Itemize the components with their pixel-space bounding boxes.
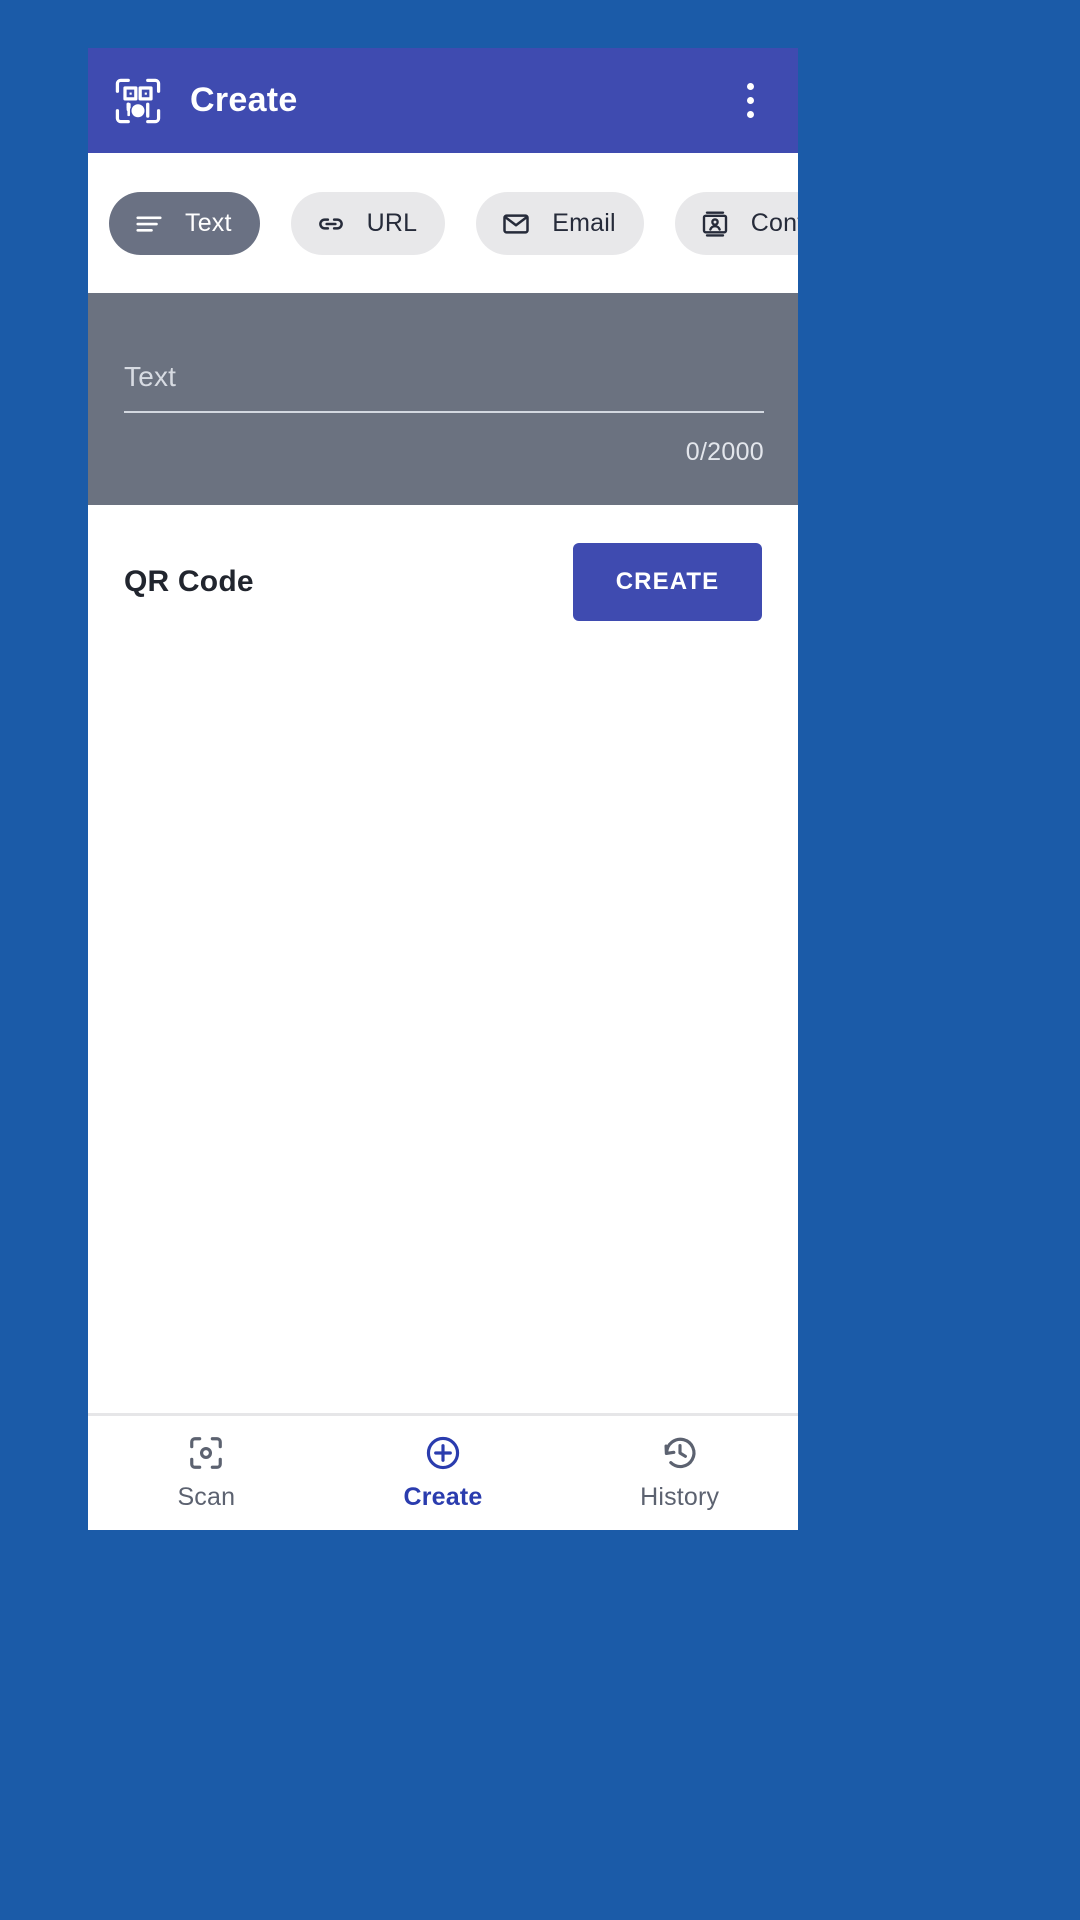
- plus-circle-icon: [426, 1436, 460, 1470]
- type-chips-container: Text URL Email Con: [88, 153, 798, 293]
- scan-frame-icon: [190, 1437, 223, 1469]
- text-input-field[interactable]: Text: [124, 361, 764, 413]
- link-icon: [318, 217, 343, 230]
- phone-screen: Create Text URL Email Con Text 0/2000 QR…: [88, 48, 798, 1530]
- qr-code-label: QR Code: [124, 565, 254, 598]
- chip-text[interactable]: Text: [109, 192, 260, 255]
- chip-contact[interactable]: Contact: [674, 192, 798, 255]
- create-button[interactable]: CREATE: [573, 543, 762, 621]
- nav-label: Create: [403, 1483, 483, 1511]
- nav-label: Scan: [177, 1483, 236, 1511]
- chip-label: Text: [185, 209, 232, 237]
- type-chips-row[interactable]: Text URL Email Con: [88, 158, 798, 293]
- dot: [746, 83, 754, 90]
- envelope-icon: [503, 213, 530, 234]
- qr-result-header: QR Code CREATE: [124, 505, 762, 621]
- dot: [746, 97, 754, 104]
- more-vert-icon[interactable]: [728, 75, 772, 127]
- qr-result-area: QR Code CREATE: [88, 505, 798, 1413]
- dot: [746, 111, 754, 118]
- nav-item-create[interactable]: Create: [325, 1434, 562, 1512]
- app-bar: Create: [88, 48, 798, 153]
- chip-url[interactable]: URL: [290, 192, 446, 255]
- character-counter: 0/2000: [685, 438, 764, 466]
- chip-label: Contact: [750, 209, 798, 237]
- qr-food-scan-icon: [115, 78, 161, 123]
- nav-item-scan[interactable]: Scan: [88, 1434, 325, 1512]
- contact-card-icon: [702, 210, 727, 237]
- page-title: Create: [190, 81, 298, 119]
- history-clock-icon: [664, 1437, 696, 1469]
- text-input-placeholder: Text: [124, 361, 177, 392]
- nav-item-history[interactable]: History: [561, 1434, 798, 1512]
- text-input-panel[interactable]: Text 0/2000: [88, 293, 798, 505]
- bottom-navigation: Scan Create History: [88, 1413, 798, 1530]
- chip-email[interactable]: Email: [476, 192, 644, 255]
- text-input-underline: [124, 411, 764, 413]
- subject-lines-icon: [136, 215, 162, 232]
- nav-label: History: [640, 1483, 720, 1511]
- chip-label: Email: [552, 209, 616, 237]
- chip-label: URL: [366, 209, 418, 237]
